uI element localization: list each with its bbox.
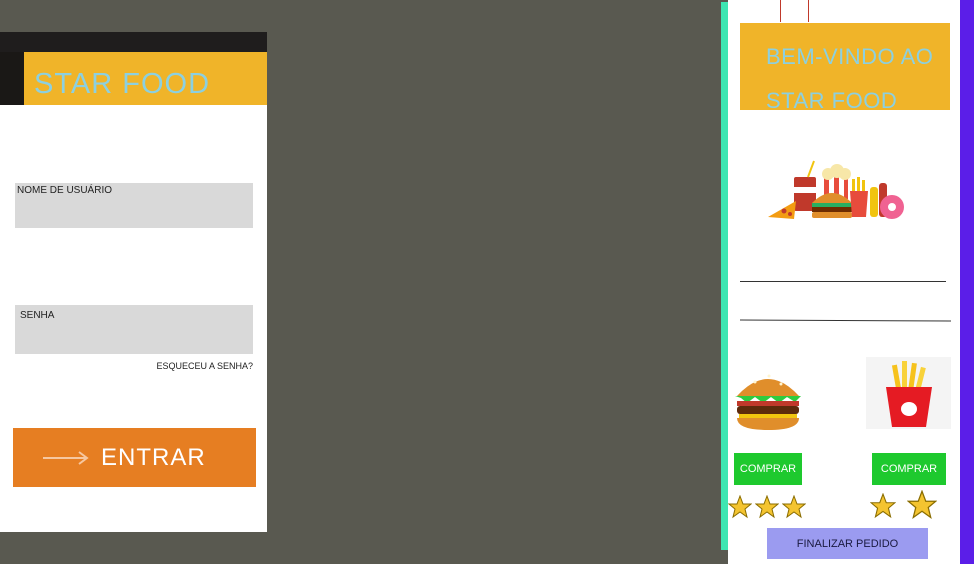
purple-accent-stripe xyxy=(960,0,974,564)
password-field[interactable]: SENHA xyxy=(15,305,253,354)
burger-rating xyxy=(728,495,806,519)
buy-burger-button[interactable]: COMPRAR xyxy=(734,453,802,485)
store-panel: BEM-VINDO AO STAR FOOD COMPRAR COMPRAR F… xyxy=(728,0,960,564)
brand-header: STAR FOOD xyxy=(24,52,267,105)
fries-icon xyxy=(866,357,951,429)
fries-rating xyxy=(870,490,937,520)
login-panel: STAR FOOD NOME DE USUÁRIO SENHA ESQUECEU… xyxy=(0,32,267,532)
password-input[interactable] xyxy=(15,330,253,354)
divider-line xyxy=(739,319,952,322)
star-icon xyxy=(907,490,937,519)
fast-food-illustration-icon xyxy=(768,160,904,219)
username-field[interactable]: NOME DE USUÁRIO xyxy=(15,183,253,228)
banner-hanger-right xyxy=(808,0,809,22)
teal-accent-stripe xyxy=(721,2,728,550)
welcome-banner: BEM-VINDO AO STAR FOOD xyxy=(740,23,950,113)
star-icon xyxy=(782,495,806,519)
password-label: SENHA xyxy=(20,310,55,321)
star-icon xyxy=(728,495,752,519)
arrow-right-icon xyxy=(43,450,89,465)
buy-fries-button[interactable]: COMPRAR xyxy=(872,453,946,485)
login-side-block xyxy=(0,52,24,105)
login-top-bar xyxy=(0,32,267,52)
star-icon xyxy=(870,493,896,519)
enter-button-label: ENTRAR xyxy=(101,443,206,471)
username-input[interactable] xyxy=(15,204,253,228)
divider-line xyxy=(740,281,946,282)
enter-button[interactable]: ENTRAR xyxy=(13,428,256,487)
burger-icon xyxy=(735,374,801,430)
brand-title: STAR FOOD xyxy=(34,68,211,100)
forgot-password-link[interactable]: ESQUECEU A SENHA? xyxy=(156,361,253,371)
star-icon xyxy=(755,495,779,519)
welcome-text: BEM-VINDO AO STAR FOOD xyxy=(766,44,934,113)
banner-hanger-left xyxy=(780,0,781,22)
finalize-order-button[interactable]: FINALIZAR PEDIDO xyxy=(767,528,928,559)
username-label: NOME DE USUÁRIO xyxy=(17,185,113,196)
